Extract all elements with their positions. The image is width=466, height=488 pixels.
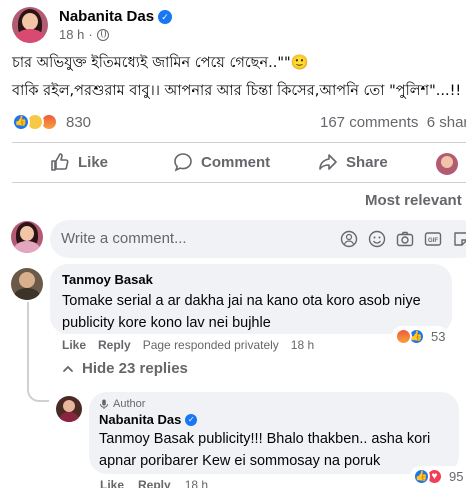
author-badge: Author <box>99 398 449 410</box>
commenter-name[interactable]: Tanmoy Basak <box>62 272 440 287</box>
hide-replies-label: Hide 23 replies <box>82 360 188 377</box>
share-icon <box>319 154 337 170</box>
like-reaction-icon: 👍 <box>12 113 30 131</box>
like-label: Like <box>78 153 109 171</box>
comment-icon <box>174 153 192 172</box>
emoji-icon[interactable] <box>368 230 386 248</box>
comment-sort-dropdown[interactable]: Most relevant <box>365 192 462 209</box>
reply-like-link[interactable]: Like <box>100 478 124 488</box>
verified-badge-icon: ✓ <box>158 9 173 24</box>
thread-curve <box>27 360 49 402</box>
hide-replies-button[interactable]: Hide 23 replies <box>62 360 188 377</box>
svg-text:GIF: GIF <box>428 238 438 244</box>
reply-text-line-1: Tanmoy Basak publicity!!! Bhalo thakben.… <box>99 429 449 449</box>
comment-reply-link[interactable]: Reply <box>98 338 131 352</box>
reply-reaction-count: 95 <box>449 468 464 484</box>
divider <box>12 142 466 143</box>
author-badge-label: Author <box>113 398 146 410</box>
reply-text-line-2: apnar poribarer Kew ei sommosay na poruk <box>99 453 381 469</box>
comment-reaction-count: 53 <box>431 328 446 344</box>
avatar-sticker-icon[interactable] <box>340 230 358 248</box>
divider <box>12 182 466 183</box>
comment-bubble: Tanmoy Basak Tomake serial a ar dakha ja… <box>50 264 452 334</box>
like-button[interactable]: Like <box>50 146 108 178</box>
comment-actions: Like Reply Page responded privately 18 h <box>62 338 314 352</box>
sticker-icon[interactable] <box>452 230 466 248</box>
comment-input[interactable] <box>61 230 321 247</box>
reply-actions: Like Reply 18 h <box>100 478 208 488</box>
microphone-icon <box>100 399 108 409</box>
page-responded-note: Page responded privately <box>142 338 279 352</box>
reply-reactions[interactable]: 👍 ♥ 95 <box>410 466 466 486</box>
reply-reply-link[interactable]: Reply <box>138 478 171 488</box>
post-timestamp[interactable]: 18 h <box>59 27 84 42</box>
reply-bubble: Author Nabanita Das ✓ Tanmoy Basak publi… <box>89 392 459 474</box>
share-as-avatar[interactable] <box>436 153 458 175</box>
composer-avatar[interactable] <box>11 221 43 253</box>
share-button[interactable]: Share <box>318 146 388 178</box>
chevron-up-icon <box>63 365 73 372</box>
comment-composer: GIF <box>50 220 466 258</box>
reply-text-rest: publicity!!! Bhalo thakben.. asha kori <box>194 431 431 447</box>
shares-count[interactable]: 6 shares <box>427 114 466 131</box>
comments-count[interactable]: 167 comments <box>320 114 418 131</box>
globe-icon <box>96 28 109 41</box>
like-reaction-icon: 👍 <box>413 467 430 485</box>
post-text-line-1: চার অভিযুক্ত ইতিমধ্যেই জামিন পেয়ে গেছেন… <box>12 55 309 71</box>
comment-timestamp[interactable]: 18 h <box>291 338 314 352</box>
comment-button[interactable]: Comment <box>173 146 270 178</box>
verified-badge-icon: ✓ <box>185 413 198 426</box>
post-header: Nabanita Das ✓ 18 h · <box>12 2 173 48</box>
reply-timestamp[interactable]: 18 h <box>185 478 208 488</box>
reply-mention[interactable]: Tanmoy Basak <box>99 431 194 447</box>
sort-label: Most relevant <box>365 192 462 209</box>
reply-author-name[interactable]: Nabanita Das <box>99 412 181 427</box>
gif-icon[interactable]: GIF <box>424 230 442 248</box>
camera-icon[interactable] <box>396 230 414 248</box>
share-label: Share <box>346 153 388 171</box>
post-actions-bar: Like Comment Share <box>0 146 466 178</box>
comment-like-link[interactable]: Like <box>62 338 86 352</box>
comment-label: Comment <box>201 153 271 171</box>
angry-reaction-icon <box>395 327 412 345</box>
commenter-avatar[interactable] <box>11 268 43 300</box>
author-avatar[interactable] <box>12 7 48 43</box>
comment-text-line-2: publicity kore kono lav nei bujhle <box>62 315 271 331</box>
post-stats: 167 comments 6 shares <box>320 114 466 131</box>
post-text-line-2: বাকি রইল,পরশুরাম বাবু।। আপনার আর চিন্তা … <box>12 83 462 99</box>
reply-author-avatar[interactable] <box>56 396 82 422</box>
thumbs-up-icon <box>51 153 69 171</box>
post-author-name[interactable]: Nabanita Das <box>59 8 154 25</box>
comment-text-line-1: Tomake serial a ar dakha jai na kano ota… <box>62 293 421 309</box>
reaction-count: 830 <box>66 113 92 131</box>
comment-reactions[interactable]: 👍 53 <box>392 326 449 346</box>
